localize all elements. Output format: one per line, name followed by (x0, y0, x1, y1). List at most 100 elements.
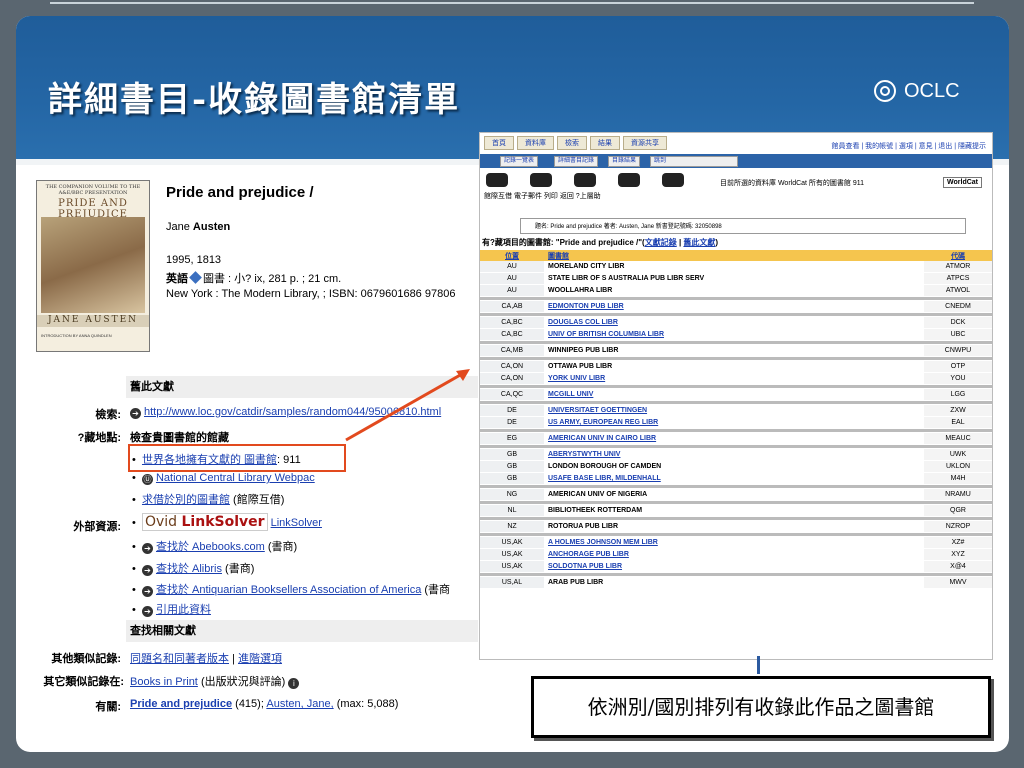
table-row: NG AMERICAN UNIV OF NIGERIA NRAMU (480, 488, 992, 501)
row-library[interactable]: UNIVERSITAET GOETTINGEN (544, 404, 924, 417)
row-code: M4H (924, 472, 992, 485)
col-library[interactable]: 圖書館 (544, 250, 924, 261)
linksolver-link[interactable]: LinkSolver (271, 517, 322, 529)
help-icon[interactable] (662, 173, 684, 187)
row-location: CA,BC (480, 316, 544, 329)
subtab-record-list[interactable]: 記錄一覽表 (500, 156, 539, 167)
row-code: MEAUC (924, 432, 992, 445)
row-location: CA,AB (480, 300, 544, 313)
advanced-options-link[interactable]: 進階選項 (238, 653, 282, 665)
row-library[interactable]: DOUGLAS COL LIBR (544, 316, 924, 329)
row-library[interactable]: USAFE BASE LIBR, MILDENHALL (544, 472, 924, 485)
record-year: 1995, 1813 (166, 254, 222, 266)
books-in-print-row: Books in Print (出版狀況與評論) i (130, 673, 302, 689)
action-icons (486, 173, 684, 187)
record-language-format: 英語 圖書 : 小? ix, 281 p. ; 21 cm. (166, 270, 341, 286)
subtab-detailed-record[interactable]: 詳細書目記錄 (554, 156, 599, 167)
row-location: CA,BC (480, 328, 544, 341)
abebooks-link[interactable]: 查找於 Abebooks.com (156, 541, 265, 553)
jump-to-select[interactable]: 跳到 (650, 156, 738, 167)
nav-tabs: 首頁 資料庫 檢索 結果 資源共享 (484, 136, 667, 150)
arrow-circle-icon: ➔ (141, 606, 153, 617)
tab-home[interactable]: 首頁 (484, 136, 514, 150)
row-code: LGG (924, 388, 992, 401)
row-library: ARAB PUB LIBR (544, 576, 924, 589)
other-records-row: 同題名和同著者版本 | 進階選項 (130, 653, 282, 665)
row-library[interactable]: EDMONTON PUB LIBR (544, 300, 924, 313)
row-library[interactable]: SOLDOTNA PUB LIBR (544, 560, 924, 573)
worldcat-logo: WorldCat (943, 177, 982, 188)
table-row: AU WOOLLAHRA LIBR ATWOL (480, 284, 992, 297)
ncl-link[interactable]: National Central Library Webpac (156, 472, 315, 484)
table-row: NL BIBLIOTHEEK ROTTERDAM QGR (480, 504, 992, 517)
ovid-linksolver-logo[interactable]: Ovid LinkSolver (141, 513, 268, 531)
access-url-link[interactable]: http://www.loc.gov/catdir/samples/random… (144, 406, 441, 418)
antiquarian-note: (書商 (424, 584, 451, 596)
access-row: ➔ http://www.loc.gov/catdir/samples/rando… (130, 406, 441, 419)
table-row: CA,ON YORK UNIV LIBR YOU (480, 372, 992, 385)
table-row: CA,BC UNIV OF BRITISH COLUMBIA LIBR UBC (480, 328, 992, 341)
col-location[interactable]: 位置 (480, 250, 544, 261)
row-library[interactable]: MCGILL UNIV (544, 388, 924, 401)
subject-title-link[interactable]: Pride and prejudice (130, 698, 232, 710)
libraries-table: 位置 圖書館 代碼 AU MORELAND CITY LIBR ATMOR AU STA… (480, 250, 992, 589)
ill-link[interactable]: 求借於別的圖書館 (142, 494, 230, 506)
author-last: Austen (192, 221, 231, 233)
abebooks-item: • ➔ 查找於 Abebooks.com (書商) (132, 541, 298, 554)
row-library[interactable]: AMERICAN UNIV IN CAIRO LIBR (544, 432, 924, 445)
row-library[interactable]: US ARMY, EUROPEAN REG LIBR (544, 416, 924, 429)
cover-art (41, 217, 145, 313)
row-library[interactable]: ABERYSTWYTH UNIV (544, 448, 924, 461)
row-library[interactable]: A HOLMES JOHNSON MEM LIBR (544, 536, 924, 549)
ovid-text: Ovid (144, 514, 178, 530)
account-links[interactable]: 館員查看 | 我的帳號 | 選項 | 意見 | 退出 | 隱藏提示 (831, 141, 986, 151)
tab-search[interactable]: 檢索 (557, 136, 587, 150)
table-row: CA,QC MCGILL UNIV LGG (480, 388, 992, 401)
row-library[interactable]: UNIV OF BRITISH COLUMBIA LIBR (544, 328, 924, 341)
back-icon[interactable] (618, 173, 640, 187)
row-location: GB (480, 460, 544, 473)
print-icon[interactable] (574, 173, 596, 187)
row-code: QGR (924, 504, 992, 517)
row-code: NZROP (924, 520, 992, 533)
tab-resource-sharing[interactable]: 資源共享 (623, 136, 667, 150)
holdings-heading-close: ) (715, 238, 719, 247)
cover-intro: INTRODUCTION BY ANNA QUINDLEN (41, 333, 112, 338)
info-icon[interactable]: i (288, 678, 300, 689)
tab-databases[interactable]: 資料庫 (517, 136, 554, 150)
ill-icon[interactable] (486, 173, 508, 187)
external-label: 外部資源: (73, 521, 121, 533)
subject-author-link[interactable]: Austen, Jane, (266, 698, 333, 710)
row-library: WINNIPEG PUB LIBR (544, 344, 924, 357)
row-library: STATE LIBR OF S AUSTRALIA PUB LIBR SERV (544, 272, 924, 285)
subject-row: Pride and prejudice (415); Austen, Jane,… (130, 698, 398, 710)
record-info-box: 題名: Pride and prejudice 著者: Austen, Jane… (520, 218, 966, 234)
holdings-label: ?藏地點: (77, 432, 121, 444)
table-row: AU STATE LIBR OF S AUSTRALIA PUB LIBR SER… (480, 272, 992, 285)
row-location: AU (480, 261, 544, 273)
table-row: DE UNIVERSITAET GOETTINGEN ZXW (480, 404, 992, 417)
col-code[interactable]: 代碼 (924, 250, 992, 261)
holdings-heading: 有?藏項目的圖書館: "Pride and prejudice /"(文獻記錄 … (482, 238, 719, 247)
tab-results[interactable]: 結果 (590, 136, 620, 150)
cover-top-text: THE COMPANION VOLUME TO THE A&E/BBC PRES… (45, 184, 141, 196)
caption-box: 依洲別/國別排列有收錄此作品之圖書館 (531, 676, 991, 738)
books-in-print-link[interactable]: Books in Print (130, 676, 198, 688)
row-location: NL (480, 504, 544, 517)
subtab-catalog-results[interactable]: 目錄結果 (608, 156, 641, 167)
alibris-link[interactable]: 查找於 Alibris (156, 563, 222, 575)
abebooks-note: (書商) (267, 541, 298, 553)
same-title-author-link[interactable]: 同題名和同著者版本 (130, 653, 229, 665)
cite-link[interactable]: 引用此資料 (156, 604, 211, 616)
antiquarian-link[interactable]: 查找於 Antiquarian Booksellers Association … (156, 584, 421, 596)
section-links: 舊此文獻 (126, 376, 478, 398)
subject-count: (415); (235, 698, 264, 710)
row-location: DE (480, 416, 544, 429)
row-library[interactable]: ANCHORAGE PUB LIBR (544, 548, 924, 561)
row-code: XYZ (924, 548, 992, 561)
row-location: CA,ON (480, 360, 544, 373)
row-library[interactable]: YORK UNIV LIBR (544, 372, 924, 385)
record-link[interactable]: 文獻記錄 (645, 238, 677, 247)
email-icon[interactable] (530, 173, 552, 187)
links-link[interactable]: 舊此文獻 (683, 238, 715, 247)
